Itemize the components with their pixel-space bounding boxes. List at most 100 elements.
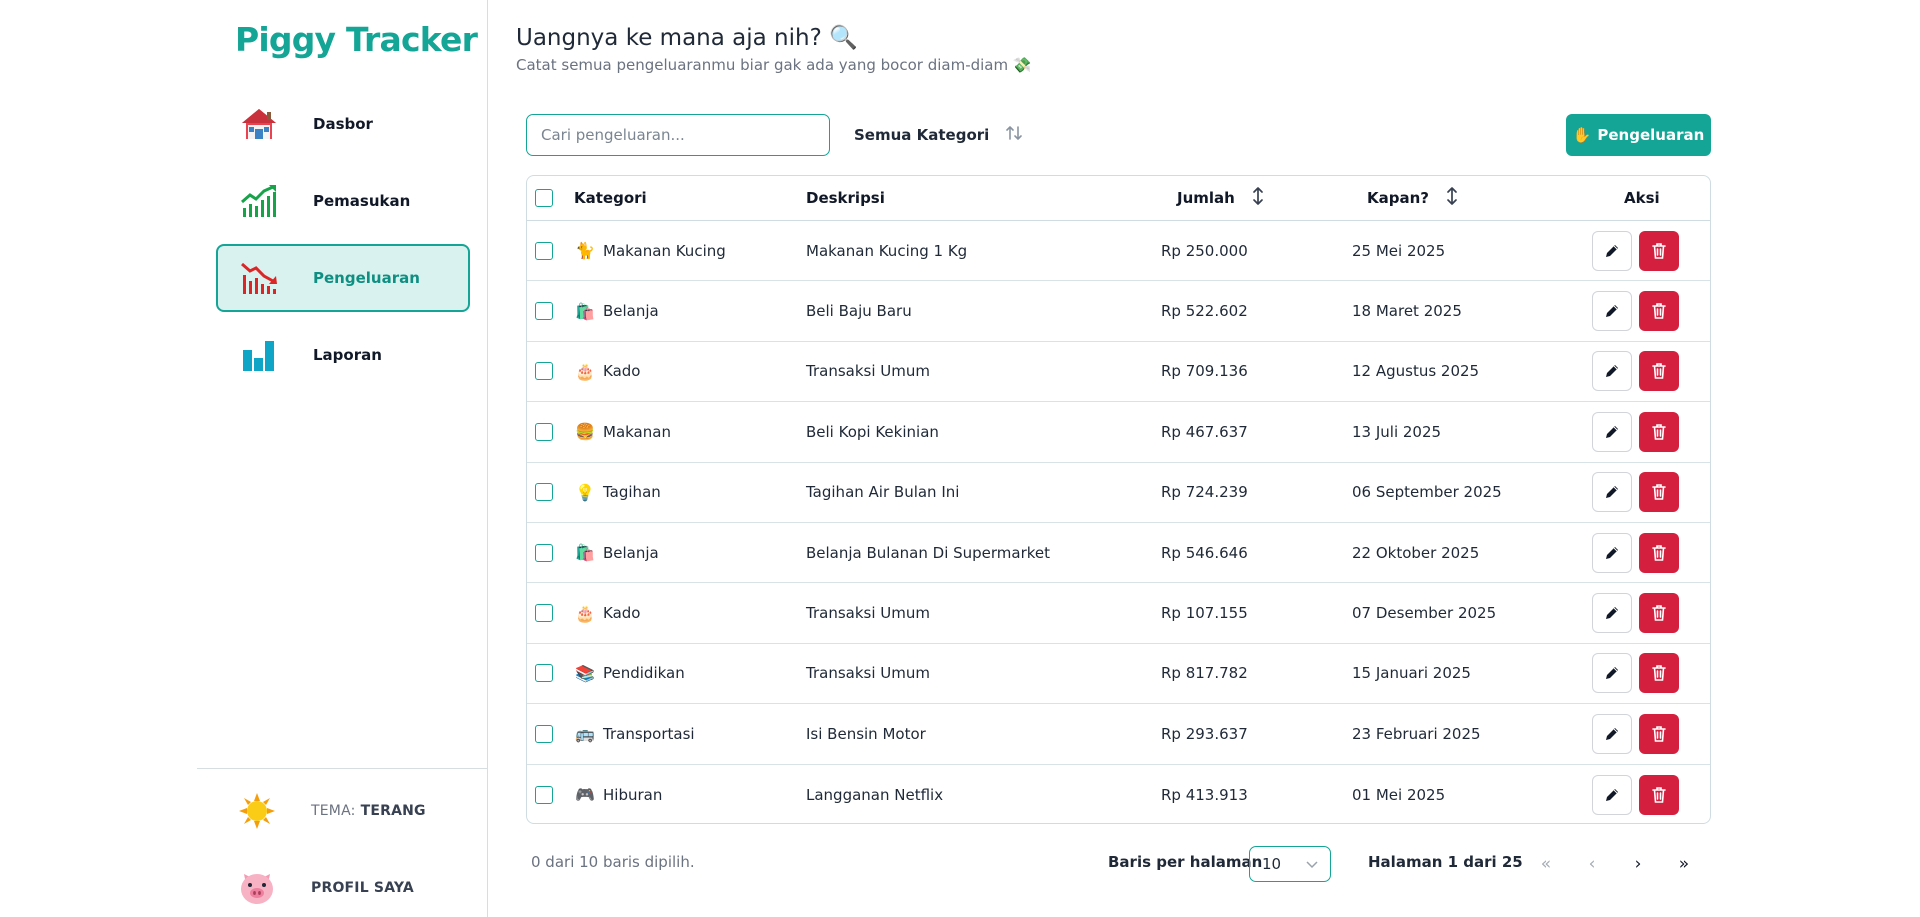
row-date: 01 Mei 2025 — [1352, 785, 1446, 804]
category-label: Hiburan — [603, 785, 663, 804]
edit-button[interactable] — [1592, 774, 1632, 815]
delete-button[interactable] — [1639, 532, 1679, 573]
row-amount: Rp 817.782 — [1161, 664, 1248, 683]
row-checkbox[interactable] — [535, 302, 553, 321]
pencil-icon — [1603, 302, 1621, 320]
row-description: Isi Bensin Motor — [806, 724, 926, 743]
edit-button[interactable] — [1592, 351, 1632, 392]
next-page-button[interactable]: › — [1618, 846, 1658, 882]
table-row: 🎂 Kado Transaksi Umum Rp 107.155 07 Desember… — [527, 583, 1710, 644]
prev-page-button[interactable]: ‹ — [1572, 846, 1612, 882]
edit-button[interactable] — [1592, 291, 1632, 332]
row-date: 07 Desember 2025 — [1352, 604, 1497, 623]
row-actions — [1592, 765, 1679, 823]
edit-button[interactable] — [1592, 411, 1632, 452]
row-checkbox[interactable] — [535, 785, 553, 804]
theme-toggle[interactable]: TEMA: TERANG — [237, 789, 426, 833]
header-date[interactable]: Kapan? — [1367, 176, 1459, 220]
sidebar-item-pengeluaran[interactable]: Pengeluaran — [216, 244, 470, 312]
header-amount[interactable]: Jumlah — [1177, 176, 1265, 220]
row-category: 🎂 Kado — [574, 583, 640, 642]
row-checkbox[interactable] — [535, 483, 553, 502]
sun-icon — [237, 791, 277, 831]
row-description: Belanja Bulanan Di Supermarket — [806, 543, 1051, 562]
sidebar-item-pemasukan[interactable]: Pemasukan — [216, 167, 470, 235]
sidebar-item-dasbor[interactable]: Dasbor — [216, 90, 470, 158]
house-icon — [239, 104, 279, 144]
delete-button[interactable] — [1639, 653, 1679, 694]
row-amount: Rp 413.913 — [1161, 785, 1248, 804]
last-page-button[interactable]: » — [1664, 846, 1704, 882]
sidebar-item-label: Dasbor — [313, 115, 373, 133]
row-category: 🍔 Makanan — [574, 402, 671, 461]
category-icon: 🛍️ — [575, 301, 595, 321]
trash-icon — [1651, 423, 1667, 441]
sidebar: Piggy Tracker Dasbor Pemasukan Pengeluar… — [197, 0, 488, 917]
row-checkbox[interactable] — [535, 543, 553, 562]
search-input[interactable] — [526, 114, 830, 156]
sort-vertical-icon[interactable] — [1251, 186, 1265, 210]
category-label: Belanja — [603, 543, 659, 562]
profile-link[interactable]: PROFIL SAYA — [237, 866, 414, 910]
delete-button[interactable] — [1639, 713, 1679, 754]
edit-button[interactable] — [1592, 653, 1632, 694]
sidebar-divider — [197, 768, 487, 769]
delete-button[interactable] — [1639, 291, 1679, 332]
sort-arrows-icon — [1005, 124, 1023, 146]
header-amount-label: Jumlah — [1177, 189, 1235, 207]
row-checkbox[interactable] — [535, 664, 553, 683]
brand-logo[interactable]: Piggy Tracker — [235, 20, 478, 59]
category-label: Transportasi — [603, 724, 695, 743]
category-filter[interactable]: Semua Kategori — [854, 114, 1023, 156]
rows-per-page-value: 10 — [1262, 855, 1282, 873]
row-checkbox[interactable] — [535, 422, 553, 441]
row-actions — [1592, 704, 1679, 763]
add-expense-label: Pengeluaran — [1597, 126, 1705, 144]
table-row: 🛍️ Belanja Belanja Bulanan Di Supermarket R… — [527, 523, 1710, 584]
row-category: 🐈 Makanan Kucing — [574, 221, 726, 280]
delete-button[interactable] — [1639, 230, 1679, 271]
delete-button[interactable] — [1639, 593, 1679, 634]
first-page-button[interactable]: « — [1526, 846, 1566, 882]
delete-button[interactable] — [1639, 774, 1679, 815]
edit-button[interactable] — [1592, 532, 1632, 573]
row-actions — [1592, 342, 1679, 401]
category-label: Tagihan — [603, 483, 661, 502]
pencil-icon — [1603, 786, 1621, 804]
trash-icon — [1651, 362, 1667, 380]
sort-vertical-icon[interactable] — [1445, 186, 1459, 210]
row-checkbox[interactable] — [535, 724, 553, 743]
row-checkbox[interactable] — [535, 362, 553, 381]
header-category: Kategori — [574, 189, 647, 207]
row-checkbox[interactable] — [535, 241, 553, 260]
row-category: 🛍️ Belanja — [574, 523, 659, 582]
delete-button[interactable] — [1639, 351, 1679, 392]
chart-up-icon — [239, 181, 279, 221]
category-label: Pendidikan — [603, 664, 685, 683]
edit-button[interactable] — [1592, 230, 1632, 271]
edit-button[interactable] — [1592, 472, 1632, 513]
trash-icon — [1651, 544, 1667, 562]
pencil-icon — [1603, 362, 1621, 380]
row-actions — [1592, 583, 1679, 642]
add-expense-button[interactable]: ✋ Pengeluaran — [1566, 114, 1711, 156]
sidebar-item-label: Laporan — [313, 346, 382, 364]
select-all-checkbox[interactable] — [535, 189, 553, 207]
page-title: Uangnya ke mana aja nih? 🔍 — [516, 25, 858, 51]
row-checkbox[interactable] — [535, 604, 553, 623]
trash-icon — [1651, 483, 1667, 501]
sidebar-item-laporan[interactable]: Laporan — [216, 321, 470, 389]
delete-button[interactable] — [1639, 472, 1679, 513]
row-actions — [1592, 523, 1679, 582]
category-label: Makanan — [603, 422, 671, 441]
table-body: 🐈 Makanan Kucing Makanan Kucing 1 Kg Rp 250… — [527, 221, 1710, 823]
edit-button[interactable] — [1592, 593, 1632, 634]
table-row: 🎂 Kado Transaksi Umum Rp 709.136 12 Agustus … — [527, 342, 1710, 403]
rows-per-page-select[interactable]: 10 — [1249, 846, 1331, 882]
row-actions — [1592, 644, 1679, 703]
sidebar-item-label: Pengeluaran — [313, 269, 420, 287]
category-icon: 📚 — [575, 663, 595, 683]
edit-button[interactable] — [1592, 713, 1632, 754]
delete-button[interactable] — [1639, 411, 1679, 452]
bar-chart-icon — [239, 335, 279, 375]
